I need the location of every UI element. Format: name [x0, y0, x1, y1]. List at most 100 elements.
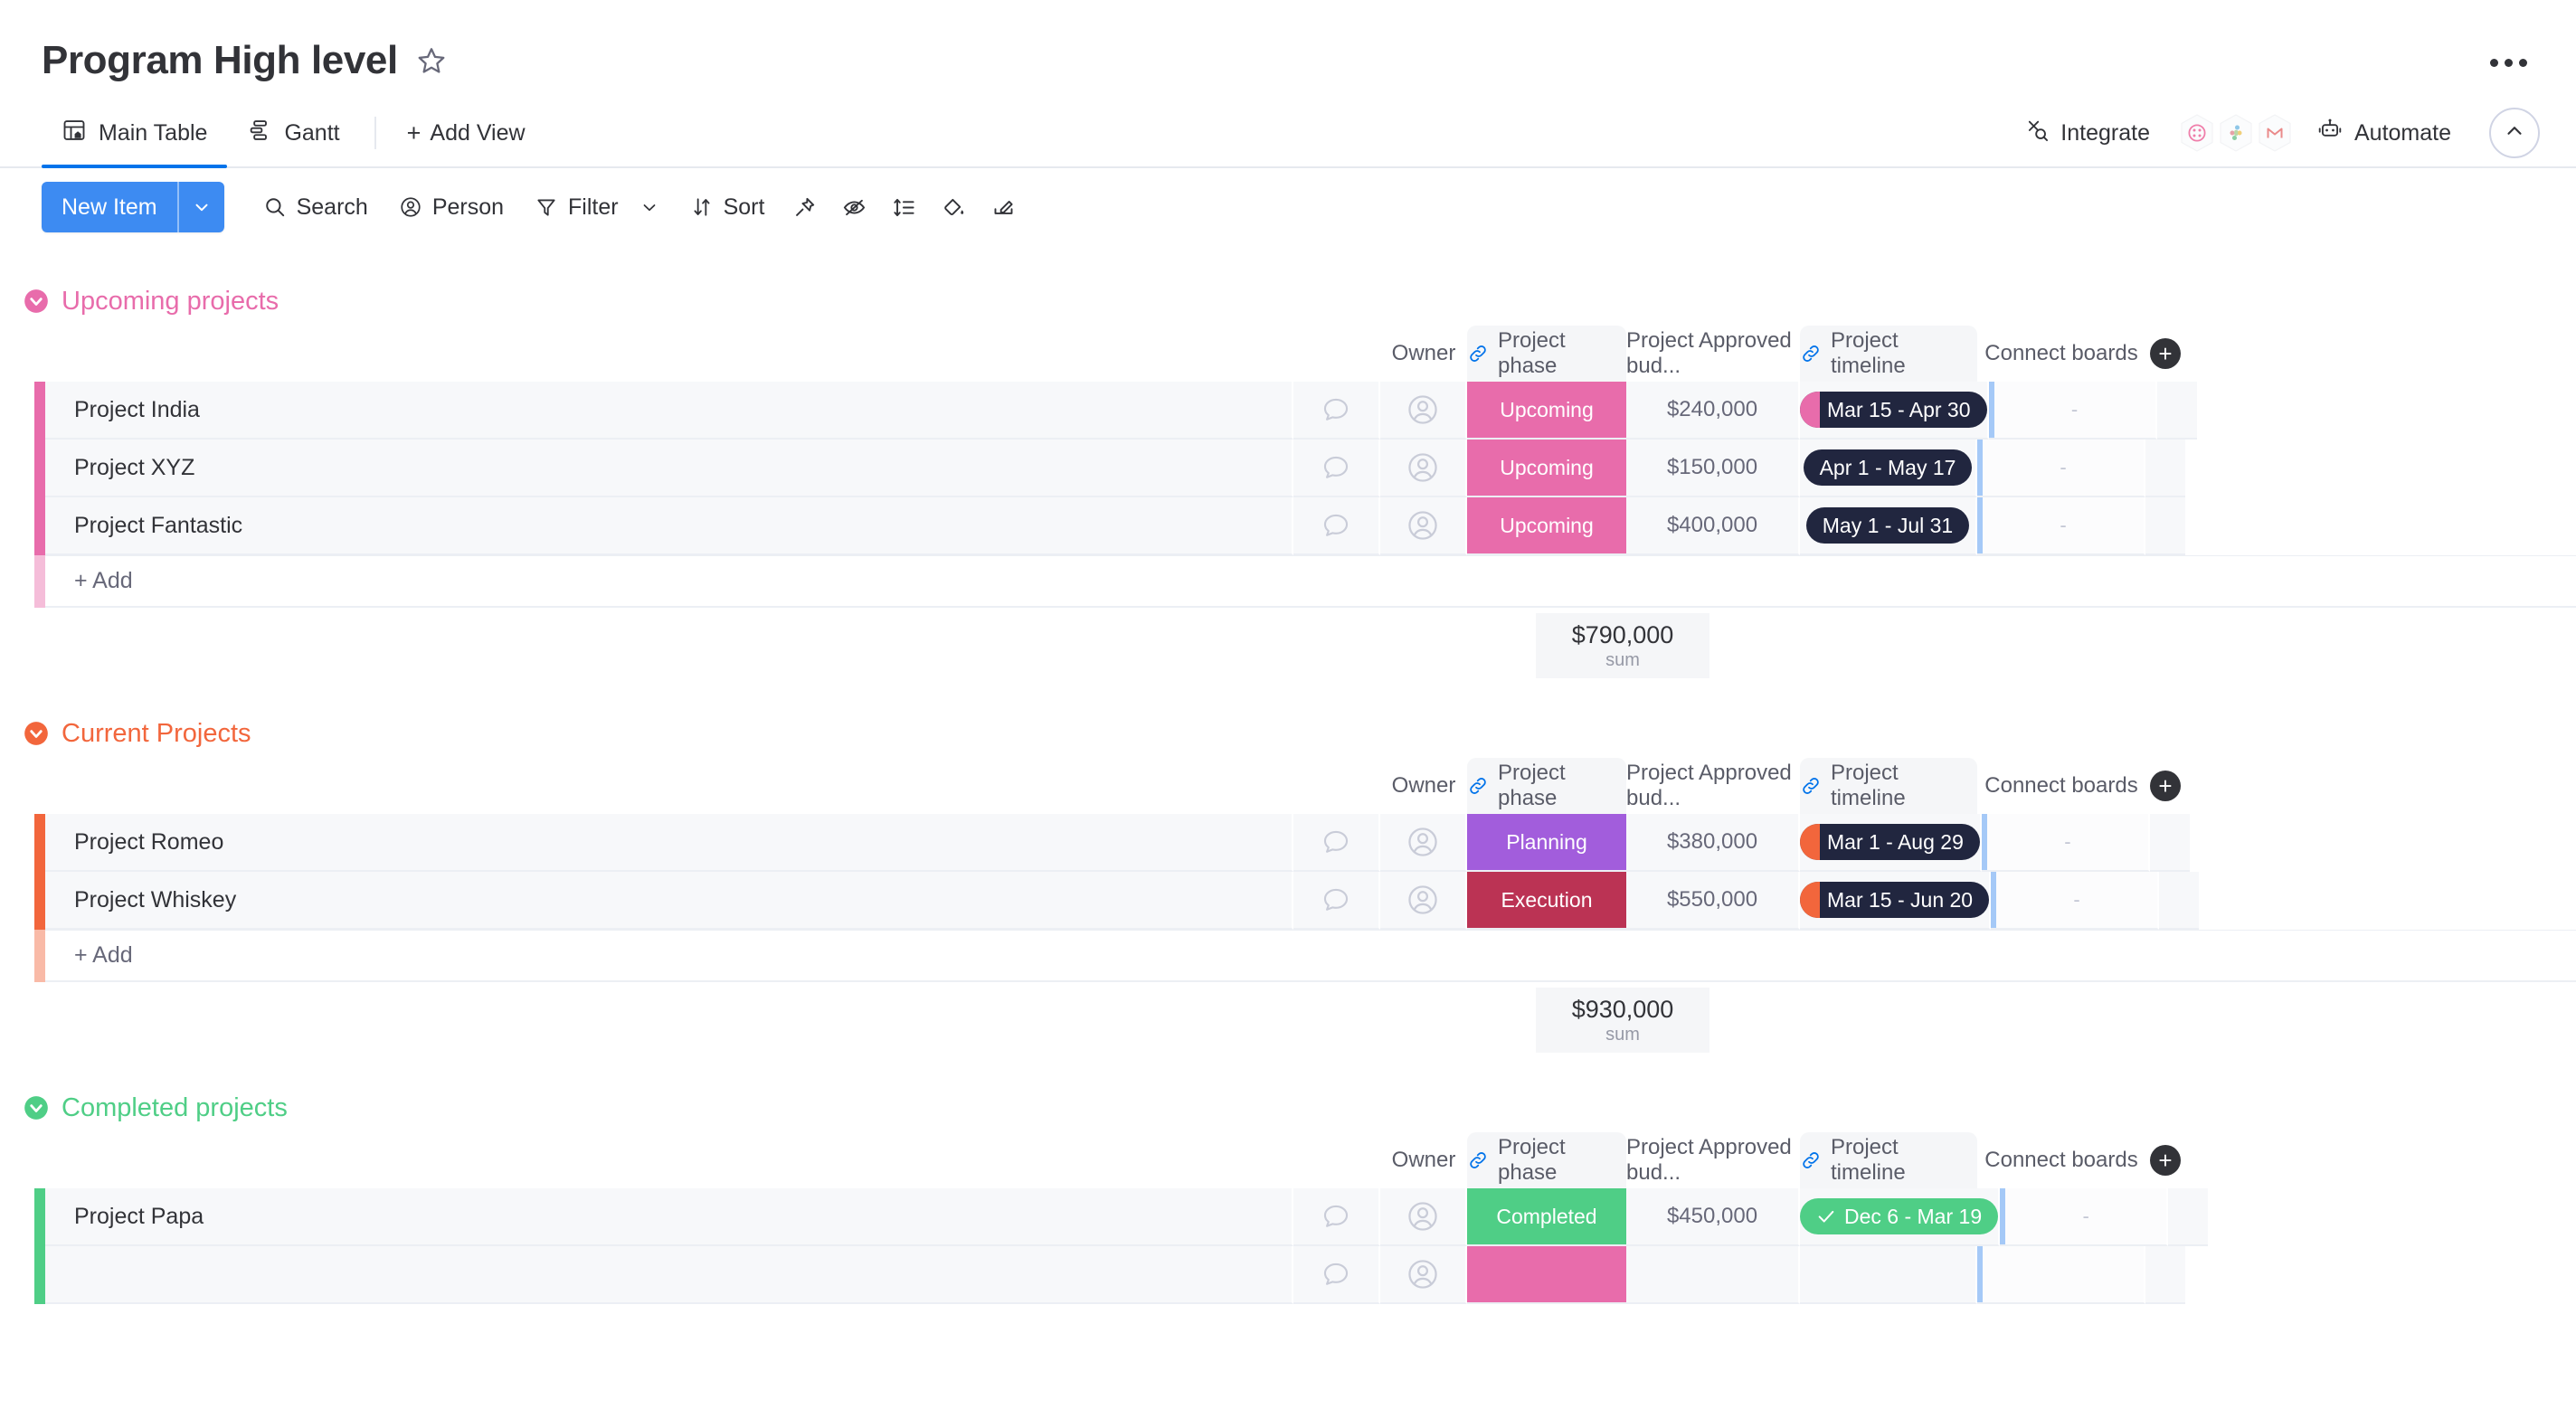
table-row[interactable]: Project Papa Completed$450,000Dec 6 - Ma… — [0, 1188, 2576, 1246]
tab-main-table[interactable]: Main Table — [42, 99, 227, 166]
pin-button[interactable] — [780, 187, 829, 228]
row-phase-cell[interactable]: Upcoming — [1467, 497, 1626, 555]
row-owner-avatar[interactable] — [1380, 1246, 1467, 1304]
row-owner-avatar[interactable] — [1380, 814, 1467, 872]
row-budget-cell[interactable]: $400,000 — [1626, 497, 1800, 555]
row-budget-cell[interactable]: $550,000 — [1626, 872, 1800, 930]
color-button[interactable] — [929, 187, 979, 228]
row-timeline-cell[interactable]: Dec 6 - Mar 19 — [1800, 1188, 2000, 1246]
group-collapse-toggle[interactable] — [24, 288, 49, 314]
column-header-timeline[interactable]: Project timeline — [1800, 326, 1977, 382]
column-header-phase[interactable]: Project phase — [1467, 1132, 1626, 1188]
row-budget-cell[interactable]: $380,000 — [1626, 814, 1800, 872]
group-collapse-toggle[interactable] — [24, 1095, 49, 1121]
tabs-divider — [374, 117, 376, 149]
add-item-row[interactable]: + Add — [0, 555, 2576, 608]
gmail-icon[interactable] — [2251, 109, 2298, 156]
add-column-button[interactable]: + — [2150, 338, 2181, 369]
row-phase-cell[interactable]: Upcoming — [1467, 382, 1626, 440]
row-height-button[interactable] — [879, 187, 929, 228]
column-header-budget[interactable]: Project Approved bud... — [1626, 326, 1800, 382]
table-row[interactable]: Project Whiskey Execution$550,000Mar 15 … — [0, 872, 2576, 930]
row-phase-cell[interactable]: Upcoming — [1467, 440, 1626, 497]
column-header-phase[interactable]: Project phase — [1467, 758, 1626, 814]
batch-edit-button[interactable] — [979, 187, 1028, 228]
star-outline-icon[interactable] — [416, 45, 447, 76]
column-header-timeline[interactable]: Project timeline — [1800, 758, 1977, 814]
row-budget-cell[interactable]: $240,000 — [1626, 382, 1800, 440]
tab-gantt[interactable]: Gantt — [227, 99, 359, 166]
row-budget-cell[interactable]: $450,000 — [1626, 1188, 1800, 1246]
new-item-dropdown[interactable] — [179, 182, 224, 232]
column-header-chat — [1293, 1132, 1380, 1188]
add-item-row[interactable]: + Add — [0, 930, 2576, 982]
table-row[interactable]: Project XYZ Upcoming$150,000Apr 1 - May … — [0, 440, 2576, 497]
row-timeline-cell[interactable]: Apr 1 - May 17 — [1800, 440, 1977, 497]
row-timeline-cell[interactable]: May 1 - Jul 31 — [1800, 497, 1977, 555]
row-chat-button[interactable] — [1293, 1246, 1380, 1304]
chevron-down-icon[interactable] — [639, 197, 659, 217]
row-color-bar — [34, 555, 45, 608]
row-owner-avatar[interactable] — [1380, 1188, 1467, 1246]
column-header-timeline[interactable]: Project timeline — [1800, 1132, 1977, 1188]
person-filter-button[interactable]: Person — [384, 186, 519, 229]
board-options-menu[interactable] — [2483, 50, 2534, 76]
row-chat-button[interactable] — [1293, 382, 1380, 440]
column-header-connect[interactable]: Connect boards — [1977, 326, 2145, 382]
row-phase-cell[interactable] — [1467, 1246, 1626, 1304]
row-connect-cell[interactable]: - — [1982, 814, 2150, 872]
row-chat-button[interactable] — [1293, 872, 1380, 930]
row-timeline-cell[interactable]: Mar 15 - Apr 30 — [1800, 382, 1989, 440]
row-phase-cell[interactable]: Execution — [1467, 872, 1626, 930]
column-header-budget[interactable]: Project Approved bud... — [1626, 758, 1800, 814]
row-end-cell — [2150, 814, 2190, 872]
row-budget-cell[interactable]: $150,000 — [1626, 440, 1800, 497]
timeline-label: Mar 15 - Jun 20 — [1827, 888, 1973, 913]
row-chat-button[interactable] — [1293, 1188, 1380, 1246]
row-phase-cell[interactable]: Planning — [1467, 814, 1626, 872]
table-row[interactable] — [0, 1246, 2576, 1304]
integrate-button[interactable]: Integrate — [2010, 110, 2164, 156]
row-owner-avatar[interactable] — [1380, 497, 1467, 555]
table-row[interactable]: Project Fantastic Upcoming$400,000May 1 … — [0, 497, 2576, 555]
collapse-toolbar-button[interactable] — [2489, 108, 2540, 158]
row-timeline-cell[interactable] — [1800, 1246, 1977, 1304]
column-header-connect[interactable]: Connect boards — [1977, 1132, 2145, 1188]
column-header-budget[interactable]: Project Approved bud... — [1626, 1132, 1800, 1188]
new-item-button[interactable]: New Item — [42, 182, 224, 232]
group-collapse-toggle[interactable] — [24, 721, 49, 746]
row-phase-cell[interactable]: Completed — [1467, 1188, 1626, 1246]
table-row[interactable]: Project Romeo Planning$380,000Mar 1 - Au… — [0, 814, 2576, 872]
add-column-button[interactable]: + — [2150, 1145, 2181, 1176]
row-owner-avatar[interactable] — [1380, 440, 1467, 497]
hide-columns-button[interactable] — [829, 187, 879, 228]
column-header-owner[interactable]: Owner — [1380, 1132, 1467, 1188]
row-connect-cell[interactable]: - — [1977, 497, 2145, 555]
search-button[interactable]: Search — [248, 186, 384, 229]
column-header-owner[interactable]: Owner — [1380, 326, 1467, 382]
automate-button[interactable]: Automate — [2302, 110, 2466, 156]
row-chat-button[interactable] — [1293, 497, 1380, 555]
column-header-connect[interactable]: Connect boards — [1977, 758, 2145, 814]
row-timeline-cell[interactable]: Mar 15 - Jun 20 — [1800, 872, 1991, 930]
row-budget-cell[interactable] — [1626, 1246, 1800, 1304]
row-connect-cell[interactable]: - — [1991, 872, 2159, 930]
row-connect-cell[interactable] — [1977, 1246, 2145, 1304]
sort-button[interactable]: Sort — [675, 186, 781, 229]
row-item-name — [45, 1246, 1293, 1304]
row-connect-cell[interactable]: - — [1977, 440, 2145, 497]
group-title: Upcoming projects — [62, 287, 279, 317]
row-chat-button[interactable] — [1293, 814, 1380, 872]
column-header-owner[interactable]: Owner — [1380, 758, 1467, 814]
row-owner-avatar[interactable] — [1380, 872, 1467, 930]
filter-button[interactable]: Filter — [519, 186, 675, 229]
row-connect-cell[interactable]: - — [2000, 1188, 2168, 1246]
row-connect-cell[interactable]: - — [1989, 382, 2157, 440]
row-chat-button[interactable] — [1293, 440, 1380, 497]
add-view-button[interactable]: + Add View — [391, 120, 542, 147]
row-owner-avatar[interactable] — [1380, 382, 1467, 440]
add-column-button[interactable]: + — [2150, 771, 2181, 801]
column-header-phase[interactable]: Project phase — [1467, 326, 1626, 382]
row-timeline-cell[interactable]: Mar 1 - Aug 29 — [1800, 814, 1982, 872]
table-row[interactable]: Project India Upcoming$240,000Mar 15 - A… — [0, 382, 2576, 440]
